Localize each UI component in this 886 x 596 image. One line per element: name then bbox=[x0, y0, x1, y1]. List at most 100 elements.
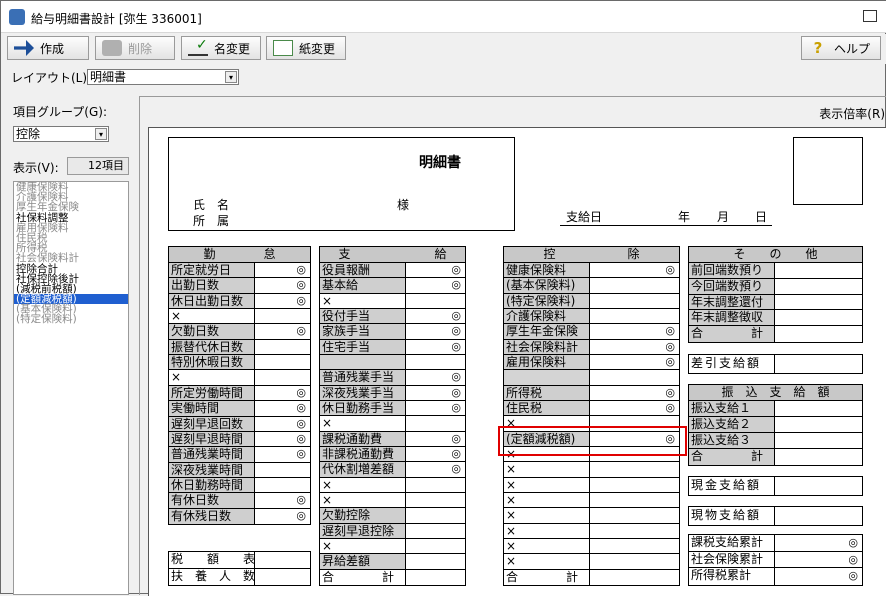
layout-row-item[interactable]: 普通残業手当 ◎ bbox=[320, 370, 465, 386]
cumulative-row[interactable]: 課税支給累計 ◎ bbox=[689, 535, 862, 552]
dropdown-arrow-icon[interactable]: ▾ bbox=[225, 71, 237, 83]
paper-change-button[interactable]: 紙変更 bbox=[266, 36, 346, 60]
cumulative-row[interactable]: 所得税累計 ◎ bbox=[689, 568, 862, 585]
layout-row-item[interactable]: × bbox=[504, 508, 679, 524]
layout-design-area: 表示倍率(R) 明細書 氏 名 所 属 様 支給日 年 月 日 勤 怠所定就労日… bbox=[139, 96, 886, 596]
layout-row-item[interactable]: 欠勤控除 bbox=[320, 508, 465, 524]
layout-row-item[interactable]: 遅刻早退回数 ◎ bbox=[169, 416, 310, 432]
item-label: 遅刻早退回数 bbox=[169, 416, 255, 431]
layout-row-item[interactable]: 非課税通勤費 ◎ bbox=[320, 447, 465, 463]
layout-row-item[interactable]: × bbox=[320, 493, 465, 509]
maximize-button[interactable] bbox=[863, 10, 877, 22]
layout-row-item[interactable]: × bbox=[504, 554, 679, 570]
cash-pay-row[interactable]: 現金支給額 bbox=[689, 477, 862, 495]
group-list-item[interactable]: (特定保険料) bbox=[14, 314, 128, 325]
net-pay-row[interactable]: 差引支給額 bbox=[689, 355, 862, 373]
layout-row-item[interactable]: × bbox=[504, 539, 679, 555]
layout-row-item[interactable]: 役付手当 ◎ bbox=[320, 309, 465, 325]
layout-row-item[interactable] bbox=[320, 355, 465, 371]
layout-row-item[interactable]: 振込支給１ bbox=[689, 401, 862, 417]
item-label: 遅刻早退控除 bbox=[320, 523, 406, 538]
layout-row-item[interactable]: (基本保険料) bbox=[504, 278, 679, 294]
help-button[interactable]: ? ヘルプ bbox=[801, 36, 881, 60]
left-panel: 項目グループ(G): 控除 ▾ 表示(V): 12項目 健康保険料 介護保険料 厚生… bbox=[1, 91, 134, 595]
layout-row-item[interactable]: 振込支給２ bbox=[689, 417, 862, 433]
layout-row-item[interactable]: × bbox=[169, 370, 310, 386]
layout-row-item[interactable]: 所得税 ◎ bbox=[504, 385, 679, 401]
layout-row-item[interactable]: 雇用保険料 ◎ bbox=[504, 355, 679, 371]
zoom-label[interactable]: 表示倍率(R) bbox=[819, 105, 885, 122]
layout-row-item[interactable]: 合 計 bbox=[689, 449, 862, 465]
layout-row-item[interactable]: 遅刻早退控除 bbox=[320, 523, 465, 539]
layout-row-item[interactable]: 深夜残業時間 bbox=[169, 462, 310, 478]
layout-select[interactable]: 明細書 ▾ bbox=[87, 69, 239, 85]
layout-row-item[interactable]: 年末調整還付 bbox=[689, 294, 862, 311]
layout-row-item[interactable]: 合 計 bbox=[689, 326, 862, 342]
layout-row-item[interactable]: × bbox=[504, 462, 679, 478]
layout-row-item[interactable]: × bbox=[169, 309, 310, 325]
group-select[interactable]: 控除 ▾ bbox=[13, 126, 109, 142]
in-kind-pay-row-label: 現物支給額 bbox=[689, 507, 775, 525]
layout-row-item[interactable]: 基本給 ◎ bbox=[320, 278, 465, 294]
layout-row-item[interactable]: 所定労働時間 ◎ bbox=[169, 385, 310, 402]
layout-row-item[interactable]: 住民税 ◎ bbox=[504, 401, 679, 417]
layout-row-item[interactable]: 深夜残業手当 ◎ bbox=[320, 385, 465, 401]
layout-row-item[interactable]: 代休割増差額 ◎ bbox=[320, 462, 465, 478]
layout-row-item[interactable]: 年末調整徴収 bbox=[689, 310, 862, 327]
group-item-list[interactable]: 健康保険料 介護保険料 厚生年金保険 社保料調整 雇用保険料 住民税 所得税 社会保険料計 控除… bbox=[13, 181, 129, 595]
layout-row-item[interactable]: 振替代休日数 bbox=[169, 339, 310, 356]
layout-row-item[interactable]: 普通残業時間 ◎ bbox=[169, 447, 310, 463]
layout-row-item[interactable]: × bbox=[504, 493, 679, 509]
total-row[interactable]: 合 計 bbox=[320, 569, 465, 585]
tax-table-row[interactable]: 税 額 表 bbox=[169, 552, 310, 569]
layout-row-item[interactable]: 特別休暇日数 bbox=[169, 355, 310, 371]
layout-row-item[interactable]: 休日勤務手当 ◎ bbox=[320, 401, 465, 417]
layout-row-item[interactable]: 遅刻早退時間 ◎ bbox=[169, 431, 310, 448]
layout-row-item[interactable]: 介護保険料 bbox=[504, 309, 679, 325]
layout-row-item[interactable]: 有休日数 ◎ bbox=[169, 493, 310, 509]
layout-row-item[interactable]: × bbox=[320, 539, 465, 555]
layout-row-item[interactable]: 前回端数預り bbox=[689, 263, 862, 279]
item-label: 休日出勤日数 bbox=[169, 293, 255, 309]
item-label: × bbox=[504, 539, 590, 554]
layout-row-item[interactable]: 役員報酬 ◎ bbox=[320, 263, 465, 279]
layout-row-item[interactable]: × bbox=[320, 293, 465, 309]
total-row[interactable]: 合 計 bbox=[504, 569, 679, 585]
layout-row-item[interactable]: × bbox=[320, 477, 465, 493]
layout-row-item[interactable]: 社会保険料計 ◎ bbox=[504, 339, 679, 355]
delete-button[interactable]: 削除 bbox=[95, 36, 175, 60]
layout-row-item[interactable]: 課税通勤費 ◎ bbox=[320, 431, 465, 447]
layout-row-item[interactable]: × bbox=[320, 416, 465, 432]
layout-row-item[interactable]: 昇給差額 bbox=[320, 554, 465, 570]
layout-row-item[interactable]: 今回端数預り bbox=[689, 278, 862, 295]
layout-row-item[interactable] bbox=[504, 370, 679, 386]
tax-table-row[interactable]: 扶 養 人 数 bbox=[169, 568, 310, 585]
rename-button[interactable]: 名変更 bbox=[181, 36, 261, 60]
layout-row-item[interactable]: 所定就労日 ◎ bbox=[169, 263, 310, 279]
layout-row-item[interactable]: 健康保険料 ◎ bbox=[504, 263, 679, 279]
item-label: 前回端数預り bbox=[689, 263, 775, 278]
item-label: 役付手当 bbox=[320, 309, 406, 324]
item-label: 今回端数預り bbox=[689, 278, 775, 294]
layout-row-item[interactable]: 住宅手当 ◎ bbox=[320, 339, 465, 355]
item-label: 住宅手当 bbox=[320, 339, 406, 354]
layout-row-item[interactable]: 実働時間 ◎ bbox=[169, 401, 310, 417]
layout-row-item[interactable]: 厚生年金保険 ◎ bbox=[504, 324, 679, 340]
layout-row-item[interactable]: 休日勤務時間 bbox=[169, 477, 310, 494]
layout-row-item[interactable]: × bbox=[504, 477, 679, 493]
layout-row-item[interactable]: 家族手当 ◎ bbox=[320, 324, 465, 340]
dropdown-arrow-icon[interactable]: ▾ bbox=[95, 128, 107, 140]
create-button[interactable]: 作成 bbox=[7, 36, 89, 60]
layout-row-item[interactable]: (特定保険料) bbox=[504, 293, 679, 309]
in-kind-pay-row[interactable]: 現物支給額 bbox=[689, 507, 862, 525]
item-label: × bbox=[320, 493, 406, 508]
layout-row-item[interactable]: 振込支給３ bbox=[689, 433, 862, 449]
layout-row-item[interactable]: 休日出勤日数 ◎ bbox=[169, 293, 310, 310]
layout-row-item[interactable]: 有休残日数 ◎ bbox=[169, 508, 310, 524]
layout-row-item[interactable]: × bbox=[504, 523, 679, 539]
group-list-item[interactable]: 社会保険料計 bbox=[14, 253, 128, 264]
layout-row-item[interactable]: 欠勤日数 ◎ bbox=[169, 324, 310, 340]
group-label: 項目グループ(G): bbox=[13, 105, 107, 119]
layout-row-item[interactable]: 出勤日数 ◎ bbox=[169, 278, 310, 294]
cumulative-row[interactable]: 社会保険累計 ◎ bbox=[689, 551, 862, 569]
